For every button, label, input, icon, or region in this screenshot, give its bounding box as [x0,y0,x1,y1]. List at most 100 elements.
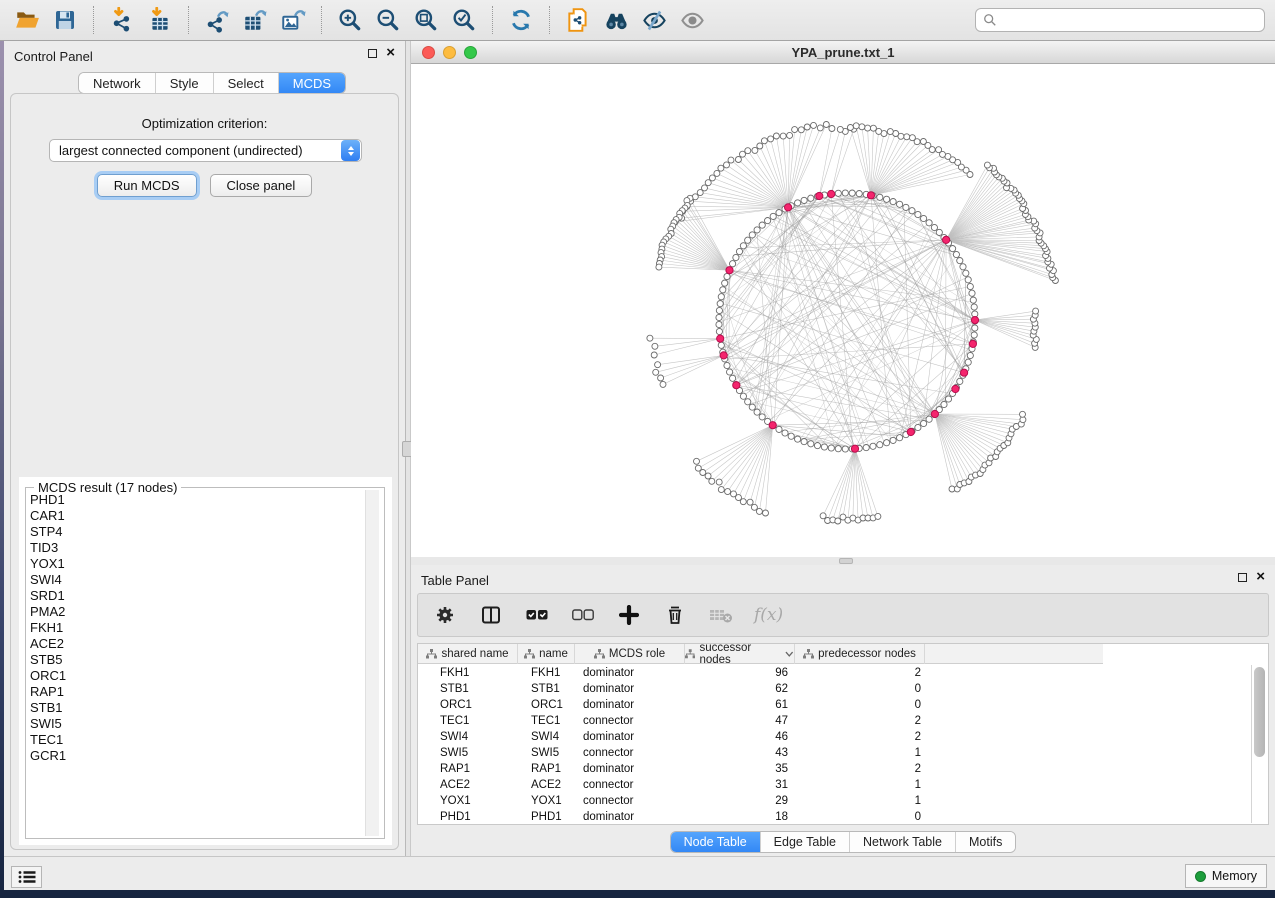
zoom-selected-button[interactable] [447,4,481,36]
mcds-result-item[interactable]: STP4 [28,524,366,540]
hide-selected-button[interactable] [637,4,671,36]
import-table-button[interactable] [143,4,177,36]
open-file-button[interactable] [10,4,44,36]
mcds-result-item[interactable]: SWI5 [28,716,366,732]
horizontal-splitter[interactable] [411,557,1275,565]
column-header-MCDS-role[interactable]: MCDS role [575,644,685,664]
import-network-icon [109,7,135,33]
column-header-name[interactable]: name [518,644,575,664]
mcds-result-item[interactable]: ACE2 [28,636,366,652]
export-network-button[interactable] [200,4,234,36]
refresh-layout-button[interactable] [504,4,538,36]
zoom-fit-button[interactable] [409,4,443,36]
table-row[interactable]: YOX1YOX1connector291 [418,793,1254,809]
export-image-button[interactable] [276,4,310,36]
close-panel-button[interactable]: Close panel [210,174,313,197]
mcds-result-item[interactable]: STB1 [28,700,366,716]
close-panel-icon[interactable]: × [386,48,395,58]
mcds-result-item[interactable]: ORC1 [28,668,366,684]
table-cell: 96 [685,667,795,679]
network-graph[interactable] [411,64,1275,557]
import-network-button[interactable] [105,4,139,36]
delete-column-icon[interactable] [662,602,688,628]
table-row[interactable]: SWI5SWI5connector431 [418,745,1254,761]
mcds-result-item[interactable]: SWI4 [28,572,366,588]
mcds-result-item[interactable]: SRD1 [28,588,366,604]
export-table-button[interactable] [238,4,272,36]
mcds-result-item[interactable]: TID3 [28,540,366,556]
attribute-type-icon [524,649,535,659]
tab-motifs[interactable]: Motifs [956,832,1015,852]
run-mcds-button[interactable]: Run MCDS [97,174,197,197]
table-row[interactable]: PHD1PHD1dominator180 [418,809,1254,825]
table-cell: connector [575,715,685,727]
mcds-result-item[interactable]: GCR1 [28,748,366,764]
zoom-out-button[interactable] [371,4,405,36]
select-all-rows-icon[interactable] [524,602,550,628]
table-cell: STB1 [418,683,518,695]
float-panel-icon[interactable] [368,49,377,58]
table-row[interactable]: TEC1TEC1connector472 [418,713,1254,729]
mcds-result-item[interactable]: FKH1 [28,620,366,636]
table-scrollbar[interactable] [1251,665,1267,823]
table-row[interactable]: FKH1FKH1dominator962 [418,665,1254,681]
table-cell: TEC1 [418,715,518,727]
tab-network[interactable]: Network [79,73,156,93]
column-header-shared-name[interactable]: shared name [418,644,518,664]
scrollbar-thumb[interactable] [1254,667,1265,757]
show-all-button[interactable] [675,4,709,36]
close-panel-icon[interactable]: × [1256,572,1265,582]
table-row[interactable]: ORC1ORC1dominator610 [418,697,1254,713]
mcds-result-item[interactable]: RAP1 [28,684,366,700]
settings-gear-icon[interactable] [432,602,458,628]
tab-mcds[interactable]: MCDS [279,73,345,93]
dropdown-stepper-icon [341,140,360,161]
table-cell: 47 [685,715,795,727]
destroy-table-icon[interactable] [708,602,734,628]
zoom-fit-icon [413,7,439,33]
add-column-icon[interactable] [616,602,642,628]
float-panel-icon[interactable] [1238,573,1247,582]
first-neighbors-button[interactable] [599,4,633,36]
mcds-result-item[interactable]: CAR1 [28,508,366,524]
memory-button[interactable]: Memory [1185,864,1267,888]
open-folder-icon [14,7,40,33]
mcds-list-scrollbar[interactable] [365,490,379,836]
mcds-result-item[interactable]: TEC1 [28,732,366,748]
table-cell: 46 [685,731,795,743]
mcds-result-item[interactable]: PMA2 [28,604,366,620]
status-bar: Memory [4,856,1275,890]
clone-network-icon [565,7,591,33]
clone-network-button[interactable] [561,4,595,36]
mcds-result-item[interactable]: PHD1 [28,492,366,508]
zoom-in-button[interactable] [333,4,367,36]
tab-edge-table[interactable]: Edge Table [761,832,850,852]
table-row[interactable]: ACE2ACE2connector311 [418,777,1254,793]
tab-style[interactable]: Style [156,73,214,93]
table-row[interactable]: SWI4SWI4dominator462 [418,729,1254,745]
search-box[interactable] [975,8,1265,32]
table-cell: dominator [575,731,685,743]
save-session-button[interactable] [48,4,82,36]
mcds-result-item[interactable]: STB5 [28,652,366,668]
table-row[interactable]: STB1STB1dominator620 [418,681,1254,697]
task-history-button[interactable] [11,866,42,888]
tab-select[interactable]: Select [214,73,279,93]
mcds-result-item[interactable]: YOX1 [28,556,366,572]
table-cell: ACE2 [518,779,575,791]
table-cell: SWI5 [418,747,518,759]
column-header-successor-nodes[interactable]: successor nodes [685,644,795,664]
network-window-titlebar: YPA_prune.txt_1 [411,41,1275,64]
network-canvas[interactable] [411,64,1275,557]
zoom-in-icon [337,7,363,33]
column-layout-icon[interactable] [478,602,504,628]
criterion-dropdown[interactable]: largest connected component (undirected) [49,139,362,162]
table-row[interactable]: RAP1RAP1dominator352 [418,761,1254,777]
column-header-predecessor-nodes[interactable]: predecessor nodes [795,644,925,664]
splitter-grip[interactable] [839,558,853,564]
tab-network-table[interactable]: Network Table [850,832,956,852]
tab-node-table[interactable]: Node Table [671,832,761,852]
search-input[interactable] [1002,13,1257,27]
function-builder-icon[interactable]: f(x) [754,605,783,625]
deselect-all-rows-icon[interactable] [570,602,596,628]
